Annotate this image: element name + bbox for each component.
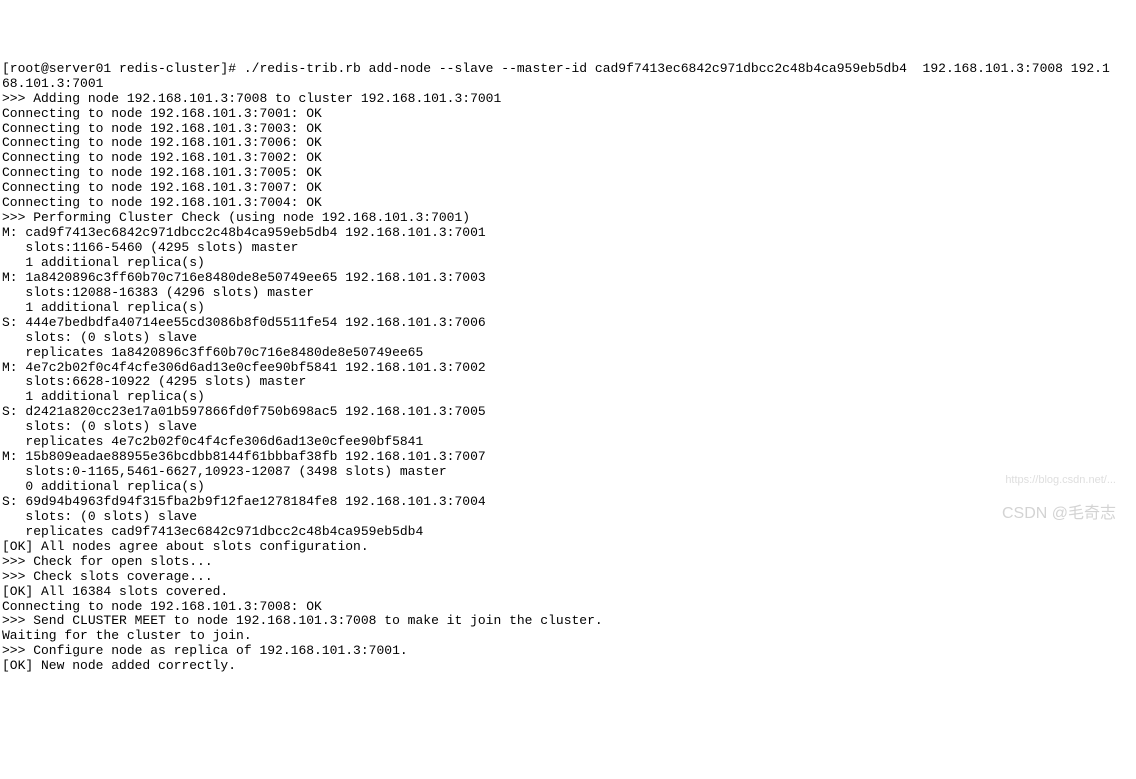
terminal-line: M: cad9f7413ec6842c971dbcc2c48b4ca959eb5… — [2, 226, 1134, 241]
terminal-line: >>> Configure node as replica of 192.168… — [2, 644, 1134, 659]
terminal-line: slots:12088-16383 (4296 slots) master — [2, 286, 1134, 301]
terminal-line: 68.101.3:7001 — [2, 77, 1134, 92]
terminal-line: [OK] All nodes agree about slots configu… — [2, 540, 1134, 555]
terminal-line: Connecting to node 192.168.101.3:7002: O… — [2, 151, 1134, 166]
terminal-line: 1 additional replica(s) — [2, 390, 1134, 405]
terminal-line: replicates cad9f7413ec6842c971dbcc2c48b4… — [2, 525, 1134, 540]
terminal-line: Connecting to node 192.168.101.3:7008: O… — [2, 600, 1134, 615]
terminal-line: slots:1166-5460 (4295 slots) master — [2, 241, 1134, 256]
terminal-line: Connecting to node 192.168.101.3:7004: O… — [2, 196, 1134, 211]
terminal-line: M: 4e7c2b02f0c4f4cfe306d6ad13e0cfee90bf5… — [2, 361, 1134, 376]
terminal-line: replicates 4e7c2b02f0c4f4cfe306d6ad13e0c… — [2, 435, 1134, 450]
terminal-output[interactable]: [root@server01 redis-cluster]# ./redis-t… — [2, 62, 1134, 674]
terminal-line: 1 additional replica(s) — [2, 301, 1134, 316]
terminal-line: Connecting to node 192.168.101.3:7001: O… — [2, 107, 1134, 122]
terminal-line: Connecting to node 192.168.101.3:7003: O… — [2, 122, 1134, 137]
terminal-line: Connecting to node 192.168.101.3:7005: O… — [2, 166, 1134, 181]
terminal-line: [root@server01 redis-cluster]# ./redis-t… — [2, 62, 1134, 77]
terminal-line: replicates 1a8420896c3ff60b70c716e8480de… — [2, 346, 1134, 361]
terminal-line: slots: (0 slots) slave — [2, 510, 1134, 525]
terminal-line: >>> Performing Cluster Check (using node… — [2, 211, 1134, 226]
terminal-line: >>> Adding node 192.168.101.3:7008 to cl… — [2, 92, 1134, 107]
terminal-line: slots:0-1165,5461-6627,10923-12087 (3498… — [2, 465, 1134, 480]
terminal-line: M: 1a8420896c3ff60b70c716e8480de8e50749e… — [2, 271, 1134, 286]
terminal-line: slots:6628-10922 (4295 slots) master — [2, 375, 1134, 390]
terminal-line: Connecting to node 192.168.101.3:7006: O… — [2, 136, 1134, 151]
terminal-line: M: 15b809eadae88955e36bcdbb8144f61bbbaf3… — [2, 450, 1134, 465]
terminal-line: S: 444e7bedbdfa40714ee55cd3086b8f0d5511f… — [2, 316, 1134, 331]
terminal-line: >>> Check for open slots... — [2, 555, 1134, 570]
terminal-line: S: 69d94b4963fd94f315fba2b9f12fae1278184… — [2, 495, 1134, 510]
terminal-line: 1 additional replica(s) — [2, 256, 1134, 271]
terminal-line: slots: (0 slots) slave — [2, 331, 1134, 346]
terminal-line: >>> Check slots coverage... — [2, 570, 1134, 585]
terminal-line: >>> Send CLUSTER MEET to node 192.168.10… — [2, 614, 1134, 629]
terminal-line: [OK] All 16384 slots covered. — [2, 585, 1134, 600]
terminal-line: S: d2421a820cc23e17a01b597866fd0f750b698… — [2, 405, 1134, 420]
terminal-line: [OK] New node added correctly. — [2, 659, 1134, 674]
terminal-line: Waiting for the cluster to join. — [2, 629, 1134, 644]
terminal-line: 0 additional replica(s) — [2, 480, 1134, 495]
terminal-line: Connecting to node 192.168.101.3:7007: O… — [2, 181, 1134, 196]
terminal-line: slots: (0 slots) slave — [2, 420, 1134, 435]
